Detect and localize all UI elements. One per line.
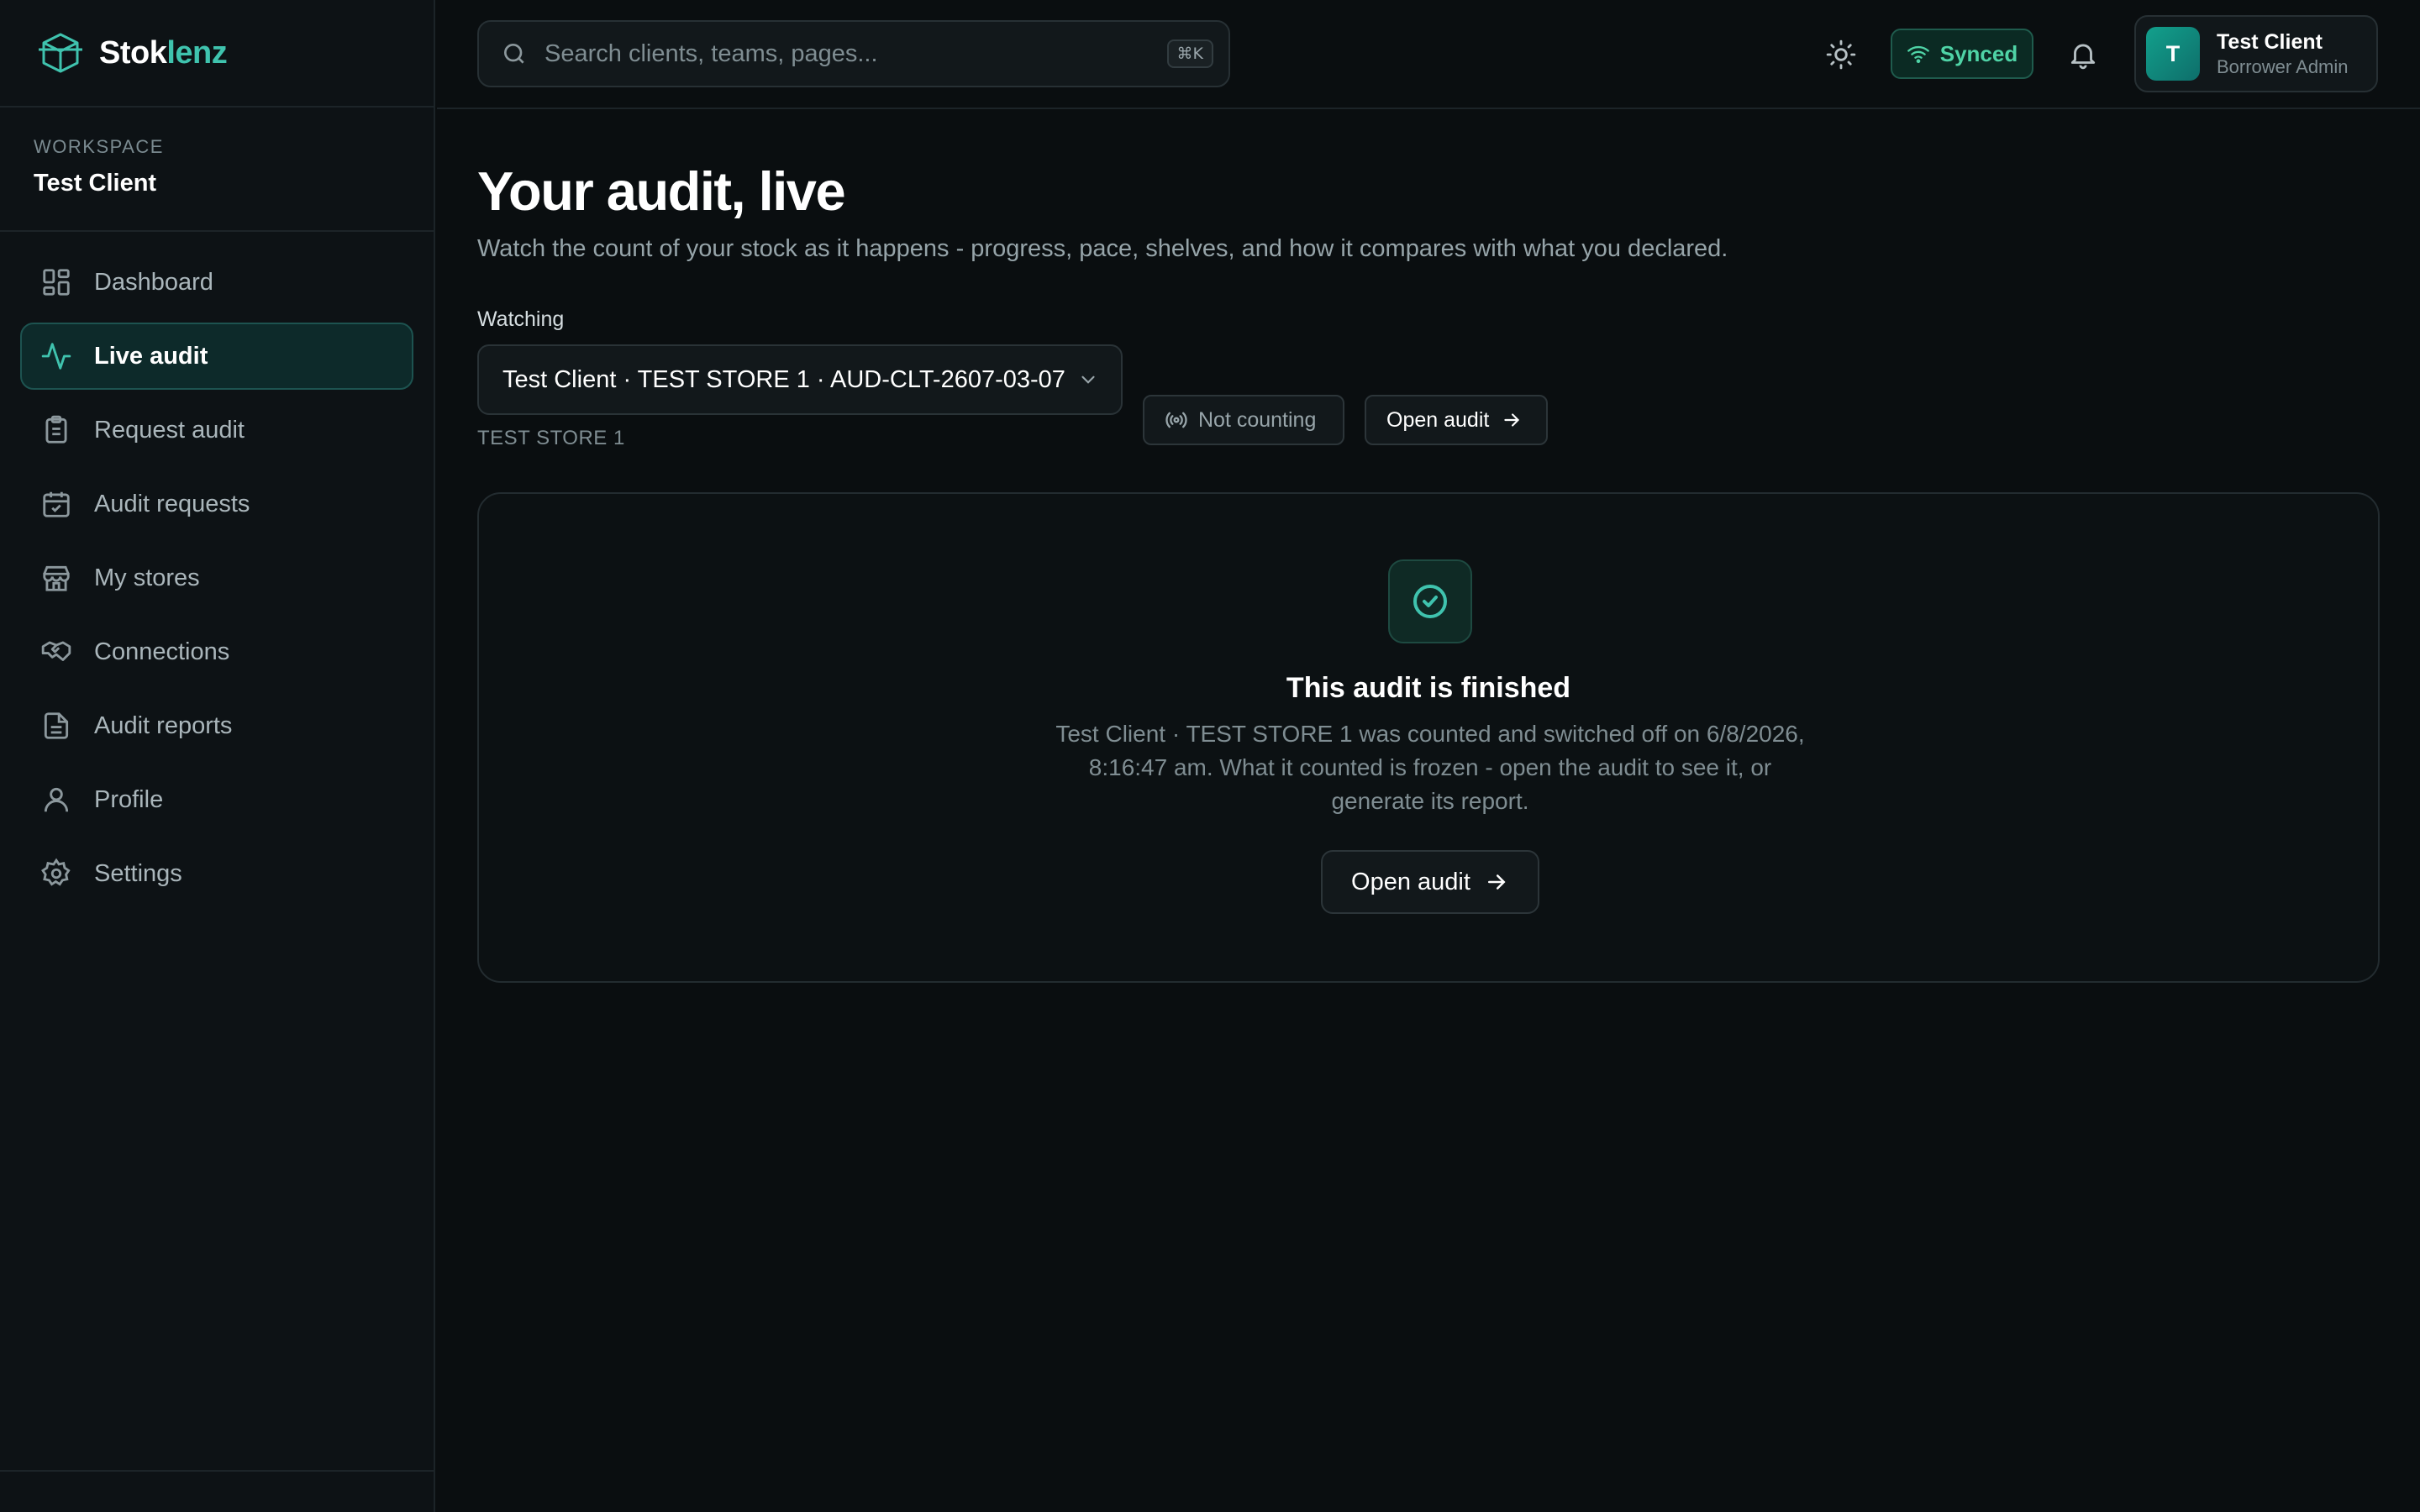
arrow-right-icon bbox=[1504, 413, 1520, 427]
sidebar-nav: Dashboard Live audit Request audit Audit… bbox=[0, 232, 434, 931]
broadcast-icon bbox=[1165, 412, 1187, 428]
open-audit-button[interactable]: Open audit bbox=[1365, 395, 1548, 445]
sidebar-item-label: Dashboard bbox=[94, 268, 213, 296]
check-circle-icon bbox=[1413, 585, 1447, 618]
handshake-icon bbox=[40, 636, 72, 668]
sidebar-footer-divider bbox=[0, 1470, 435, 1472]
clipboard-list-icon bbox=[40, 414, 72, 446]
audit-select-value: Test Client · TEST STORE 1 · AUD-CLT-260… bbox=[502, 365, 1065, 393]
sun-icon bbox=[1826, 39, 1856, 70]
user-name: Test Client bbox=[2217, 29, 2323, 54]
chevron-down-icon bbox=[1081, 375, 1095, 384]
brand[interactable]: Stoklenz bbox=[0, 0, 434, 108]
wifi-icon bbox=[1907, 45, 1929, 64]
calendar-check-icon bbox=[40, 488, 72, 520]
app-root: Stoklenz WORKSPACE Test Client Dashboard… bbox=[0, 0, 2420, 1512]
store-icon bbox=[40, 562, 72, 594]
sidebar-item-label: Profile bbox=[94, 785, 164, 813]
open-audit-primary-label: Open audit bbox=[1351, 868, 1470, 895]
sync-status-badge[interactable]: Synced bbox=[1891, 29, 2033, 79]
audit-finished-card: This audit is finished Test Client · TES… bbox=[477, 492, 2380, 983]
sidebar-item-label: My stores bbox=[94, 564, 200, 591]
watching-label: Watching bbox=[477, 307, 565, 331]
user-info: Test Client Borrower Admin bbox=[2217, 30, 2349, 78]
sidebar-item-label: Settings bbox=[94, 859, 182, 887]
user-icon bbox=[40, 784, 72, 816]
search-bar[interactable]: ⌘K bbox=[477, 20, 1230, 87]
gear-icon bbox=[40, 858, 72, 890]
open-audit-label: Open audit bbox=[1386, 407, 1490, 432]
page-subtitle: Watch the count of your stock as it happ… bbox=[477, 235, 1728, 262]
card-body: Test Client · TEST STORE 1 was counted a… bbox=[1055, 721, 1805, 814]
file-text-icon bbox=[40, 710, 72, 742]
topbar: ⌘K Synced T Test Client Borrower Admin bbox=[437, 0, 2420, 109]
shortcut-badge: ⌘K bbox=[1166, 39, 1213, 68]
sidebar-item-request-audit[interactable]: Request audit bbox=[20, 396, 413, 464]
check-badge bbox=[1388, 559, 1472, 643]
sidebar-item-connections[interactable]: Connections bbox=[20, 618, 413, 685]
search-input[interactable] bbox=[544, 39, 1167, 68]
sync-status-label: Synced bbox=[1939, 40, 2018, 66]
arrow-right-icon bbox=[1487, 874, 1506, 890]
sidebar-item-label: Audit reports bbox=[94, 711, 233, 739]
avatar: T bbox=[2146, 27, 2200, 81]
sidebar-item-label: Connections bbox=[94, 638, 230, 665]
user-role: Borrower Admin bbox=[2217, 55, 2349, 77]
counting-status-badge: Not counting bbox=[1143, 395, 1344, 445]
workspace-name: Test Client bbox=[34, 170, 157, 197]
sidebar-item-my-stores[interactable]: My stores bbox=[20, 544, 413, 612]
theme-toggle-button[interactable] bbox=[1820, 34, 1862, 76]
counting-status-label: Not counting bbox=[1198, 407, 1317, 432]
sidebar-item-audit-requests[interactable]: Audit requests bbox=[20, 470, 413, 538]
sidebar-item-settings[interactable]: Settings bbox=[20, 840, 413, 907]
search-icon bbox=[504, 44, 524, 64]
card-title: This audit is finished bbox=[1286, 672, 1571, 704]
dashboard-icon bbox=[40, 266, 72, 298]
sidebar-item-live-audit[interactable]: Live audit bbox=[20, 323, 413, 390]
sidebar-item-dashboard[interactable]: Dashboard bbox=[20, 249, 413, 316]
page-title: Your audit, live bbox=[477, 160, 846, 222]
notifications-button[interactable] bbox=[2062, 34, 2104, 76]
sidebar-item-label: Request audit bbox=[94, 416, 245, 444]
box-logo-icon bbox=[39, 33, 82, 73]
brand-name: Stoklenz bbox=[99, 34, 228, 71]
selected-store-label: TEST STORE 1 bbox=[477, 427, 625, 449]
sidebar: Stoklenz WORKSPACE Test Client Dashboard… bbox=[0, 0, 435, 1512]
audit-select[interactable]: Test Client · TEST STORE 1 · AUD-CLT-260… bbox=[477, 344, 1123, 415]
workspace-label: WORKSPACE bbox=[34, 136, 164, 157]
bell-icon bbox=[2070, 44, 2096, 70]
sidebar-item-label: Live audit bbox=[94, 342, 208, 370]
workspace-block: WORKSPACE Test Client bbox=[0, 108, 434, 232]
user-menu-button[interactable]: T Test Client Borrower Admin bbox=[2134, 15, 2378, 92]
sidebar-item-profile[interactable]: Profile bbox=[20, 766, 413, 833]
open-audit-primary-button[interactable]: Open audit bbox=[1321, 850, 1539, 914]
sidebar-item-audit-reports[interactable]: Audit reports bbox=[20, 692, 413, 759]
sidebar-item-label: Audit requests bbox=[94, 490, 250, 517]
activity-icon bbox=[40, 340, 72, 372]
